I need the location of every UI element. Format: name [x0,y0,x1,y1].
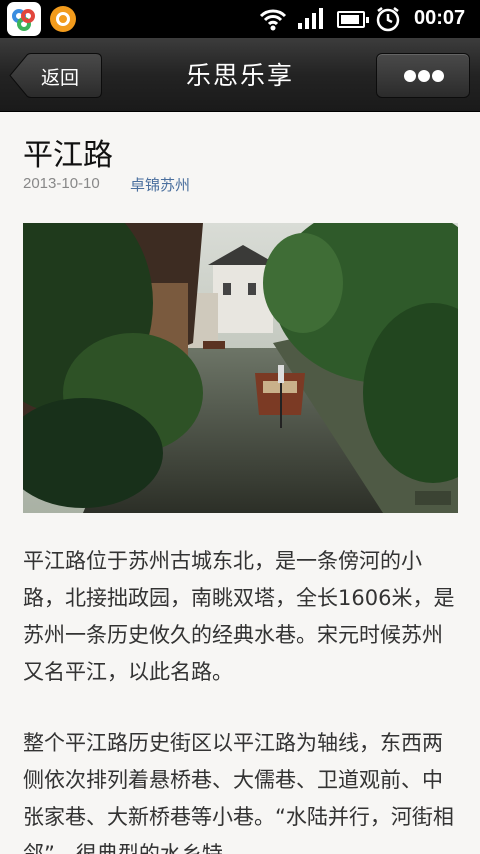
orange-browser-icon [50,6,76,32]
back-button[interactable]: 返回 [9,53,102,98]
back-button-label: 返回 [41,67,80,89]
article-title: 平江路 [23,138,113,173]
status-bar: 00:07 [0,0,480,38]
article-photo-canal [23,223,458,513]
battery-icon [337,11,369,28]
article-paragraph: 平江路位于苏州古城东北，是一条傍河的小路，北接拙政园，南眺双塔，全长1606米，… [23,549,455,684]
alarm-icon [376,7,400,32]
title-bar: 返回 乐思乐享 [0,38,480,112]
article-paragraph: 整个平江路历史街区以平江路为轴线，东西两侧依次排列着悬桥巷、大儒巷、卫道观前、中… [23,731,454,854]
article-source-link[interactable]: 卓锦苏州 [130,174,190,195]
article-date: 2013-10-10 [23,175,100,192]
more-button[interactable] [376,53,470,98]
wifi-icon [259,9,287,31]
multi-ring-app-icon [7,2,41,36]
status-time: 00:07 [414,7,466,29]
signal-icon [298,8,323,29]
page-title: 乐思乐享 [185,61,294,90]
